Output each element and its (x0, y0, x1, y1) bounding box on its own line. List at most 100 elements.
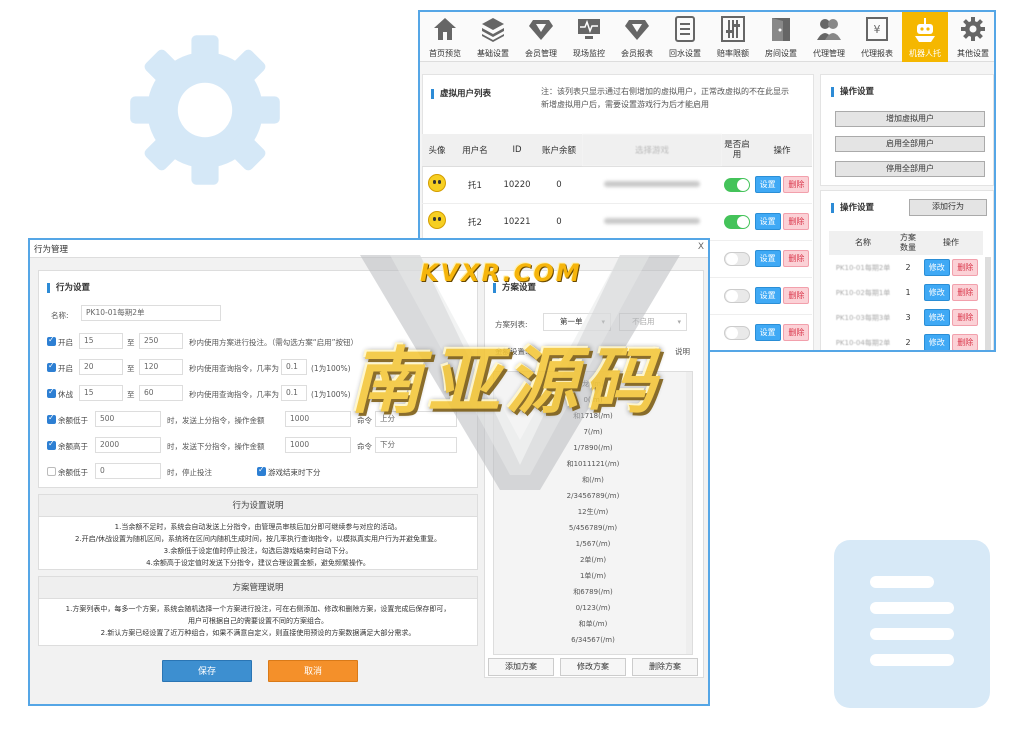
nav-users[interactable]: 代理管理 (806, 12, 852, 62)
id-cell: 10220 (498, 166, 536, 204)
row3-prob-input[interactable]: 0.1 (281, 385, 307, 401)
scrollbar[interactable] (985, 257, 991, 350)
behavior-desc-title: 行为设置说明 (39, 495, 477, 517)
table-row: PK10-04每期2单 2 修改 删除 (829, 330, 983, 350)
close-icon[interactable]: X (698, 242, 704, 252)
row2-prob-input[interactable]: 0.1 (281, 359, 307, 375)
add-plan-button[interactable]: 添加方案 (488, 658, 554, 676)
plan-list-item[interactable]: 1/7890(/m) (494, 440, 692, 456)
delete-button[interactable]: 删除 (783, 213, 810, 230)
enable-toggle[interactable] (724, 177, 750, 192)
nav-diamond[interactable]: 会员报表 (614, 12, 660, 62)
plan-list-item[interactable]: 12生(/m) (494, 504, 692, 520)
row4-cmd-input[interactable]: 上分 (375, 411, 457, 427)
nav-home[interactable]: 首页预览 (422, 12, 468, 62)
behavior-name: PK10-03每期3单 (835, 313, 891, 322)
delete-button[interactable]: 删除 (783, 324, 810, 341)
save-button[interactable]: 保存 (162, 660, 252, 682)
stop-bet-checkbox[interactable] (47, 467, 56, 476)
plan-list-item[interactable]: 和单(/m) (494, 616, 692, 632)
plan-enable-select[interactable]: 不启用 ▾ (619, 313, 687, 331)
enable-toggle[interactable] (724, 325, 750, 340)
row2-max-input[interactable]: 120 (139, 359, 183, 375)
row3-min-input[interactable]: 15 (79, 385, 123, 401)
rest-checkbox[interactable] (47, 387, 56, 398)
plan-list-scrollbar[interactable] (686, 372, 692, 654)
delete-button[interactable]: 删除 (783, 250, 810, 267)
delete-button[interactable]: 删除 (952, 334, 979, 350)
row2-min-input[interactable]: 20 (79, 359, 123, 375)
table-row: 托2 10221 0 设置 删除 (422, 203, 812, 241)
row5-amount-input[interactable]: 1000 (285, 437, 351, 453)
enable-toggle[interactable] (724, 214, 750, 229)
set-button[interactable]: 设置 (754, 213, 781, 230)
row5-cmd-input[interactable]: 下分 (375, 437, 457, 453)
enable-toggle[interactable] (724, 251, 750, 266)
nav-sliders[interactable]: 赔率限额 (710, 12, 756, 62)
plan-list-item[interactable]: 和(/m) (494, 472, 692, 488)
plan-list-item[interactable]: 6/34567(/m) (494, 632, 692, 648)
nav-gear[interactable]: 其他设置 (950, 12, 994, 62)
plan-list-item[interactable]: 2单(/m) (494, 552, 692, 568)
delete-button[interactable]: 删除 (783, 176, 810, 193)
set-button[interactable]: 设置 (754, 250, 781, 267)
balance-high-checkbox[interactable] (47, 439, 56, 450)
plan-list-item[interactable]: 5/456789(/m) (494, 520, 692, 536)
row1-label: 开启 (58, 338, 73, 347)
add-virtual-user-button[interactable]: 增加虚拟用户 (835, 111, 985, 127)
delete-button[interactable]: 删除 (952, 259, 979, 276)
nav-layers[interactable]: 基础设置 (470, 12, 516, 62)
row5-threshold-input[interactable]: 2000 (95, 437, 161, 453)
nav-label: 现场监控 (573, 49, 605, 58)
disable-all-users-button[interactable]: 停用全部用户 (835, 161, 985, 177)
nav-monitor[interactable]: 现场监控 (566, 12, 612, 62)
row1-min-input[interactable]: 15 (79, 333, 123, 349)
plan-list-item[interactable]: 和1718(/m) (494, 408, 692, 424)
add-behavior-button[interactable]: 添加行为 (909, 199, 987, 216)
set-button[interactable]: 设置 (754, 176, 781, 193)
edit-button[interactable]: 修改 (923, 259, 950, 276)
end-game-withdraw-checkbox[interactable] (257, 465, 266, 476)
row4-threshold-input[interactable]: 500 (95, 411, 161, 427)
enable-all-users-button[interactable]: 启用全部用户 (835, 136, 985, 152)
nav-robot[interactable]: 机器人托 (902, 12, 948, 62)
nav-diamond[interactable]: 会员管理 (518, 12, 564, 62)
plan-list-item[interactable]: 龙(/m) (494, 376, 692, 392)
plan-list-select[interactable]: 第一单 ▾ (543, 313, 611, 331)
row4-amount-input[interactable]: 1000 (285, 411, 351, 427)
nav-report[interactable]: ¥ 代理报表 (854, 12, 900, 62)
open-checkbox-2[interactable] (47, 361, 56, 372)
balance-low-checkbox[interactable] (47, 413, 56, 424)
row6-threshold-input[interactable]: 0 (95, 463, 161, 479)
plan-list-item[interactable]: 和1011121(/m) (494, 456, 692, 472)
delete-button[interactable]: 删除 (952, 309, 979, 326)
set-button[interactable]: 设置 (754, 287, 781, 304)
name-input[interactable]: PK10-01每期2单 (81, 305, 221, 321)
plan-list-item[interactable]: 1单(/m) (494, 568, 692, 584)
edit-plan-button[interactable]: 修改方案 (560, 658, 626, 676)
nav-label: 基础设置 (477, 49, 509, 58)
plan-list-item[interactable]: 和6789(/m) (494, 584, 692, 600)
chevron-down-icon: ▾ (677, 318, 681, 326)
plan-list-item[interactable]: 2/3456789(/m) (494, 488, 692, 504)
delete-plan-button[interactable]: 删除方案 (632, 658, 698, 676)
open-checkbox-1[interactable] (47, 335, 56, 346)
edit-button[interactable]: 修改 (923, 284, 950, 301)
edit-button[interactable]: 修改 (923, 309, 950, 326)
delete-button[interactable]: 删除 (783, 287, 810, 304)
plan-list-item[interactable]: 0/123(/m) (494, 600, 692, 616)
nav-document[interactable]: 回水设置 (662, 12, 708, 62)
gear-icon (961, 16, 985, 42)
set-button[interactable]: 设置 (754, 324, 781, 341)
delete-button[interactable]: 删除 (952, 284, 979, 301)
plan-list-item[interactable]: 0(/m) (494, 392, 692, 408)
edit-button[interactable]: 修改 (923, 334, 950, 350)
row4-desc: 时，发送上分指令，操作金额 (167, 416, 265, 425)
cancel-button[interactable]: 取消 (268, 660, 358, 682)
plan-list-item[interactable]: 7(/m) (494, 424, 692, 440)
row3-max-input[interactable]: 60 (139, 385, 183, 401)
enable-toggle[interactable] (724, 288, 750, 303)
nav-door[interactable]: 房间设置 (758, 12, 804, 62)
plan-list-item[interactable]: 1/567(/m) (494, 536, 692, 552)
row1-max-input[interactable]: 250 (139, 333, 183, 349)
